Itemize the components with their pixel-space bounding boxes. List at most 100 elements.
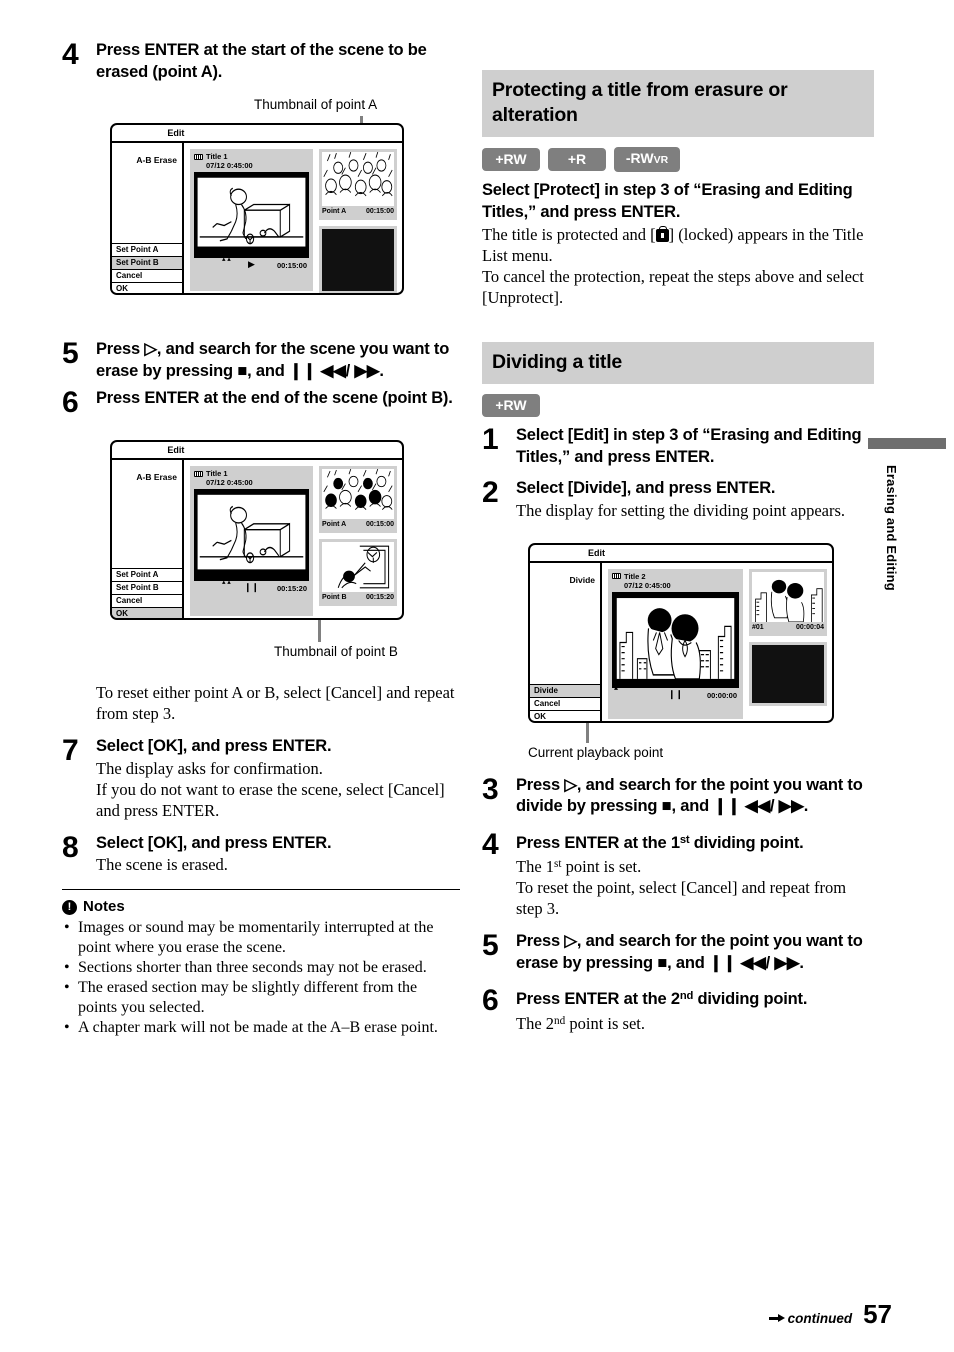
step-heading: Select [OK], and press ENTER. [96, 737, 332, 755]
menu-item-cancel[interactable]: Cancel [112, 595, 182, 608]
desc-pre: The 1 [516, 857, 555, 877]
screen-sidebar: A-B Erase Set Point A Set Point B Cancel… [112, 460, 184, 618]
protect-desc-b: To cancel the protection, repeat the ste… [482, 267, 864, 307]
step-text-ordinal: nd [679, 990, 694, 1003]
thumbnail-empty-slot [319, 226, 397, 293]
thumbnail-column: #01 00:00:04 [749, 568, 827, 719]
step-number: 3 [482, 772, 499, 806]
divide-step-2: 2 Select [Divide], and press ENTER. The … [482, 478, 874, 521]
note-item: Sections shorter than three seconds may … [62, 958, 460, 978]
thumbnail-point-a: Point A 00:15:00 [319, 466, 397, 533]
continued-marker: continued [768, 1311, 853, 1326]
preview-title: Title 1 [206, 152, 228, 161]
menu-item-set-point-a[interactable]: Set Point A [112, 569, 182, 582]
desc-post: point is set. [561, 857, 642, 877]
thumbnail-image-goalkeeper [322, 542, 394, 592]
preview-title-row: Title 1 [194, 152, 309, 161]
device-screen-ab-erase-point-a: Edit A-B Erase Set Point A Set Point B C… [110, 123, 404, 295]
step-number: 4 [62, 38, 79, 71]
screen-title: Edit [587, 547, 605, 558]
thumbnail-label: Point A [322, 521, 347, 528]
thumbnail-label: Point B [322, 594, 347, 601]
step-7: 7 Select [OK], and press ENTER. The disp… [62, 736, 460, 821]
step-desc-2: If you do not want to erase the scene, s… [96, 779, 445, 820]
note-item: Images or sound may be momentarily inter… [62, 918, 460, 958]
desc-ordinal: nd [554, 1014, 566, 1027]
continued-label: continued [787, 1311, 853, 1326]
transport-bar: ▴ ▴ ❙❙ 00:15:20 [194, 578, 309, 594]
divide-step-1: 1 Select [Edit] in step 3 of “Erasing an… [482, 425, 874, 468]
screen-menu: Set Point A Set Point B Cancel OK [112, 568, 182, 618]
step-5: 5 Press ▷, and search for the scene you … [62, 339, 460, 382]
preview-panel: Title 1 07/12 0:45:00 [190, 466, 313, 616]
menu-item-set-point-b[interactable]: Set Point B [112, 257, 182, 270]
protect-desc-a-pre: The title is protected and [ [482, 225, 656, 244]
preview-time: 00:15:20 [276, 584, 307, 593]
step-desc-1: The scene is erased. [96, 855, 228, 874]
step-text-post: dividing point. [689, 833, 804, 852]
step-desc-1: The 1st point is set. [516, 854, 874, 877]
thumbnail-column: Point A 00:15:00 [319, 149, 397, 293]
play-icon: ▷ [564, 932, 577, 951]
leader-line-playback-point [586, 722, 589, 743]
menu-item-ok[interactable]: OK [530, 710, 600, 721]
rew-icon: ◀◀ [740, 953, 766, 972]
screen-menu: Set Point A Set Point B Cancel OK [112, 243, 182, 293]
thumbnail-empty-slot [749, 641, 827, 706]
screen-sidebar: A-B Erase Set Point A Set Point B Cancel… [112, 143, 184, 293]
screen-mode-label: A-B Erase [136, 472, 177, 482]
slash-text: / [765, 953, 771, 972]
preview-title-row: Title 1 [194, 469, 309, 478]
step-number: 5 [482, 929, 499, 963]
tape-icon [612, 573, 621, 579]
preview-date: 07/12 0:45:00 [206, 161, 253, 170]
screen-menu: Divide Cancel OK [530, 683, 600, 721]
step-number: 8 [62, 830, 79, 864]
screen-titlebar: Edit [112, 125, 402, 143]
step-heading: Select [Edit] in step 3 of “Erasing and … [516, 426, 862, 466]
step-heading: Press ENTER at the 2nd dividing point. [516, 986, 874, 1011]
preview-time: 00:00:00 [706, 690, 737, 700]
step-heading: Select [Divide], and press ENTER. [516, 479, 776, 497]
step-text-pre: Press ENTER at the 2 [516, 990, 680, 1009]
notes-warning-icon: ! [62, 899, 77, 915]
preview-video [194, 172, 309, 258]
right-column: Protecting a title from erasure or alter… [482, 70, 874, 1036]
step-4: 4 Press ENTER at the start of the scene … [62, 40, 460, 83]
preview-date: 07/12 0:45:00 [624, 580, 671, 590]
preview-panel: Title 2 07/12 0:45:00 ▴ ❙❙ 00:00:00 [608, 568, 743, 719]
menu-item-set-point-b[interactable]: Set Point B [112, 582, 182, 595]
manual-page: 4 Press ENTER at the start of the scene … [0, 0, 954, 1352]
menu-item-cancel[interactable]: Cancel [530, 697, 600, 711]
menu-item-ok[interactable]: OK [112, 608, 182, 618]
step-desc-1: The display asks for confirmation. [96, 758, 323, 778]
step-desc-2: To reset the point, select [Cancel] and … [516, 878, 847, 919]
tape-icon [194, 153, 203, 160]
step-heading: Press ENTER at the start of the scene to… [96, 41, 427, 81]
screen-title: Edit [167, 445, 185, 455]
step-text-pre: Press [516, 775, 560, 794]
thumbnail-label: Point A [322, 208, 347, 215]
slash-text: / [345, 361, 351, 380]
thumbnail-image-two-people [752, 571, 824, 622]
menu-item-set-point-a[interactable]: Set Point A [112, 244, 182, 257]
reset-note: To reset either point A or B, select [Ca… [96, 683, 455, 723]
step-number: 5 [62, 337, 79, 370]
menu-item-ok[interactable]: OK [112, 283, 182, 293]
side-tab-bar [868, 438, 946, 449]
note-item: A chapter mark will not be made at the A… [62, 1018, 460, 1038]
step-desc-1: The display for setting the dividing poi… [516, 500, 846, 520]
disc-badges-dividing: +RW [482, 394, 874, 417]
step-text-end: . [379, 361, 384, 380]
step-number: 6 [482, 984, 499, 1018]
menu-item-divide[interactable]: Divide [530, 684, 600, 698]
section-heading-dividing: Dividing a title [482, 342, 874, 384]
thumbnail-time: 00:15:00 [365, 208, 394, 215]
leader-line-point-b [318, 620, 321, 642]
transport-pause-icon: ❙❙ [243, 582, 260, 592]
desc-pre: The 2 [516, 1013, 555, 1033]
thumbnail-point-a: Point A 00:15:00 [319, 149, 397, 220]
step-text-pre: Press [96, 340, 140, 358]
thumbnail-chapter-01: #01 00:00:04 [749, 568, 827, 636]
menu-item-cancel[interactable]: Cancel [112, 270, 182, 283]
